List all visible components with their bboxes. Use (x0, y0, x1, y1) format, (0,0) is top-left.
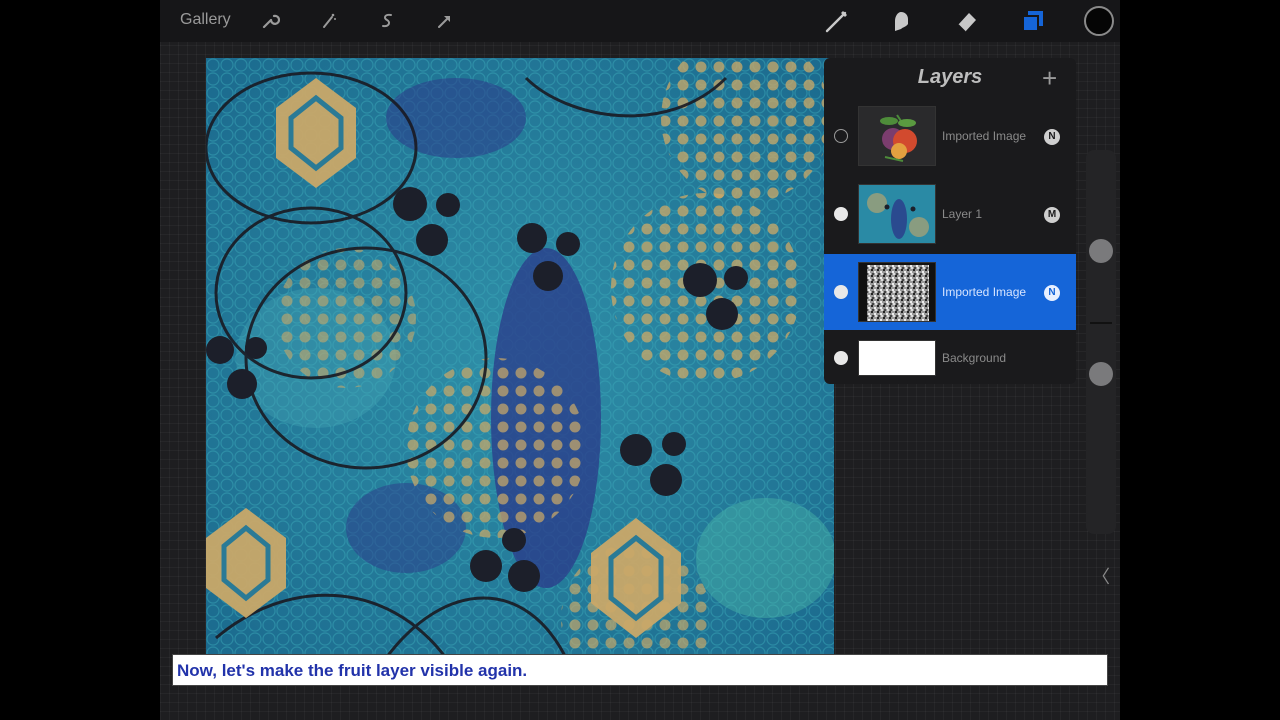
layers-panel-title: Layers (917, 66, 983, 88)
selection-icon[interactable] (375, 9, 399, 33)
opacity-slider[interactable] (1089, 362, 1113, 386)
layer-name: Layer 1 (942, 207, 983, 221)
add-layer-button[interactable]: + (1042, 64, 1057, 92)
layer-row-imported-image-noise[interactable]: Imported Image N (824, 254, 1076, 330)
layers-icon[interactable] (1018, 6, 1048, 36)
layer-row-background[interactable]: Background (824, 332, 1076, 384)
tutorial-caption: Now, let's make the fruit layer visible … (172, 654, 1108, 686)
layer-visibility-checkbox[interactable] (834, 285, 848, 299)
blend-mode-button[interactable]: N (1044, 129, 1060, 145)
layer-thumbnail (858, 184, 936, 244)
artwork-image (206, 58, 834, 658)
layer-thumbnail (858, 340, 936, 376)
magic-wand-icon[interactable] (317, 9, 341, 33)
layer-visibility-checkbox[interactable] (834, 129, 848, 143)
procreate-app: Gallery Layers + Imported Image N Layer … (160, 0, 1120, 720)
brush-size-slider[interactable] (1089, 239, 1113, 263)
gallery-button[interactable]: Gallery (180, 11, 231, 29)
top-toolbar: Gallery (160, 0, 1120, 42)
layer-name: Background (942, 351, 1007, 365)
brush-icon[interactable] (822, 6, 852, 36)
eraser-icon[interactable] (952, 6, 982, 36)
side-slider-bar (1086, 150, 1116, 534)
layers-panel: Layers + Imported Image N Layer 1 M Impo… (824, 58, 1076, 384)
slider-divider (1090, 322, 1112, 324)
layer-visibility-checkbox[interactable] (834, 207, 848, 221)
color-picker-swatch[interactable] (1084, 6, 1114, 36)
transform-icon[interactable] (433, 9, 457, 33)
chevron-left-icon[interactable]: 〈 (1086, 562, 1116, 592)
smudge-icon[interactable] (886, 6, 916, 36)
artwork-canvas[interactable] (206, 58, 834, 658)
layer-row-imported-image-fruit[interactable]: Imported Image N (824, 98, 1076, 174)
layer-thumbnail (858, 106, 936, 166)
layer-thumbnail (858, 262, 936, 322)
layer-row-layer-1[interactable]: Layer 1 M (824, 176, 1076, 252)
layer-name: Imported Image (942, 129, 1027, 143)
caption-text: Now, let's make the fruit layer visible … (177, 661, 528, 680)
layer-visibility-checkbox[interactable] (834, 351, 848, 365)
blend-mode-button[interactable]: M (1044, 207, 1060, 223)
wrench-icon[interactable] (258, 9, 282, 33)
blend-mode-button[interactable]: N (1044, 285, 1060, 301)
layer-name: Imported Image (942, 285, 1027, 299)
